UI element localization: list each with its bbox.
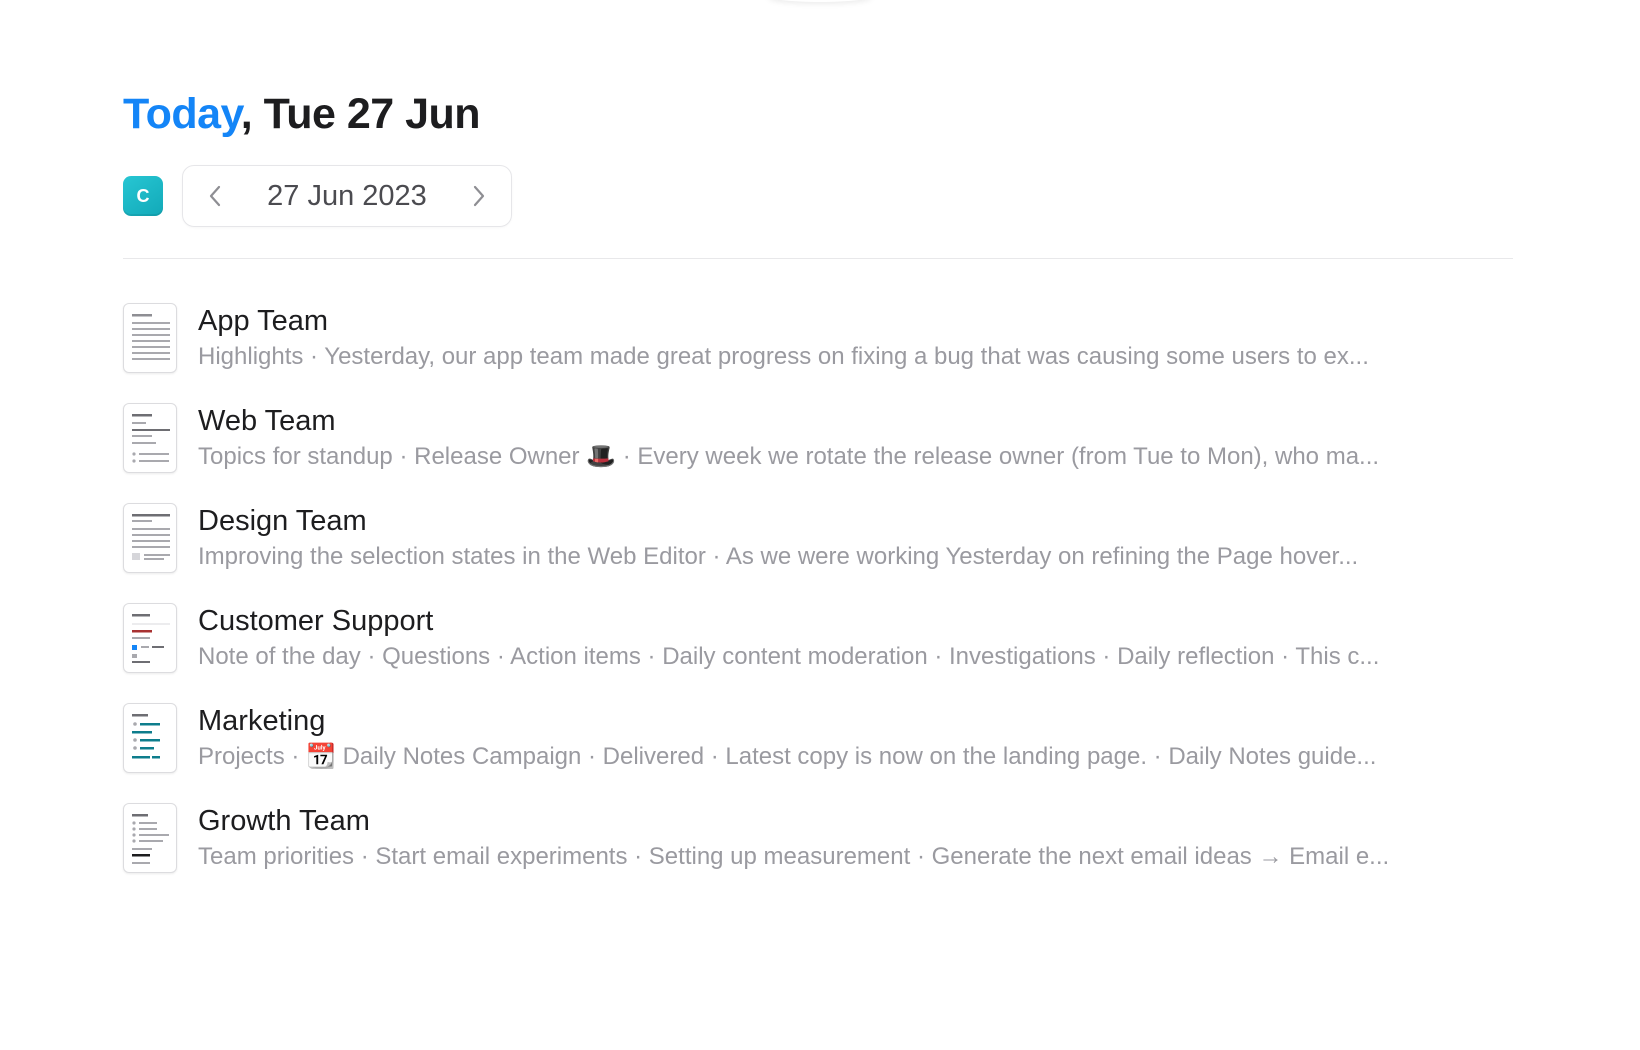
title-date: , Tue 27 Jun xyxy=(240,90,481,138)
document-text-icon xyxy=(123,303,177,373)
note-row-design-team[interactable]: Design Team Improving the selection stat… xyxy=(123,503,1513,603)
notes-list: App Team Highlights · Yesterday, our app… xyxy=(123,303,1513,903)
current-date[interactable]: 27 Jun 2023 xyxy=(267,180,427,213)
note-row-customer-support[interactable]: Customer Support Note of the day · Quest… xyxy=(123,603,1513,703)
document-bullets-icon xyxy=(123,703,177,773)
note-preview: Note of the day · Questions · Action ite… xyxy=(198,643,1380,670)
note-row-marketing[interactable]: Marketing Projects · 📆 Daily Notes Campa… xyxy=(123,703,1513,803)
note-preview: Highlights · Yesterday, our app team mad… xyxy=(198,343,1369,370)
daily-notes-page: Today, Tue 27 Jun C 27 Jun 2023 App Team… xyxy=(123,86,1513,903)
note-row-growth-team[interactable]: Growth Team Team priorities · Start emai… xyxy=(123,803,1513,903)
chevron-right-icon[interactable] xyxy=(465,182,493,210)
note-row-app-team[interactable]: App Team Highlights · Yesterday, our app… xyxy=(123,303,1513,403)
date-picker: 27 Jun 2023 xyxy=(182,165,512,227)
avatar-letter: C xyxy=(136,185,150,206)
document-outline-icon xyxy=(123,803,177,873)
document-list-icon xyxy=(123,403,177,473)
note-preview: Topics for standup · Release Owner 🎩 · E… xyxy=(198,443,1380,470)
page-title: Today, Tue 27 Jun xyxy=(123,86,1513,142)
window-top-handle xyxy=(768,0,872,2)
avatar[interactable]: C xyxy=(123,176,163,216)
note-title: Growth Team xyxy=(198,805,370,837)
note-row-web-team[interactable]: Web Team Topics for standup · Release Ow… xyxy=(123,403,1513,503)
date-controls: C 27 Jun 2023 xyxy=(123,164,1513,228)
note-preview: Improving the selection states in the We… xyxy=(198,543,1359,570)
note-title: Marketing xyxy=(198,705,326,737)
note-preview: Team priorities · Start email experiment… xyxy=(198,843,1390,870)
title-today: Today xyxy=(123,90,241,138)
document-checklist-icon xyxy=(123,603,177,673)
note-preview: Projects · 📆 Daily Notes Campaign · Deli… xyxy=(198,743,1377,770)
document-image-icon xyxy=(123,503,177,573)
header-divider xyxy=(123,258,1513,259)
note-title: Web Team xyxy=(198,405,336,437)
note-title: Customer Support xyxy=(198,605,434,637)
chevron-left-icon[interactable] xyxy=(201,182,229,210)
note-title: App Team xyxy=(198,305,329,337)
note-title: Design Team xyxy=(198,505,367,537)
